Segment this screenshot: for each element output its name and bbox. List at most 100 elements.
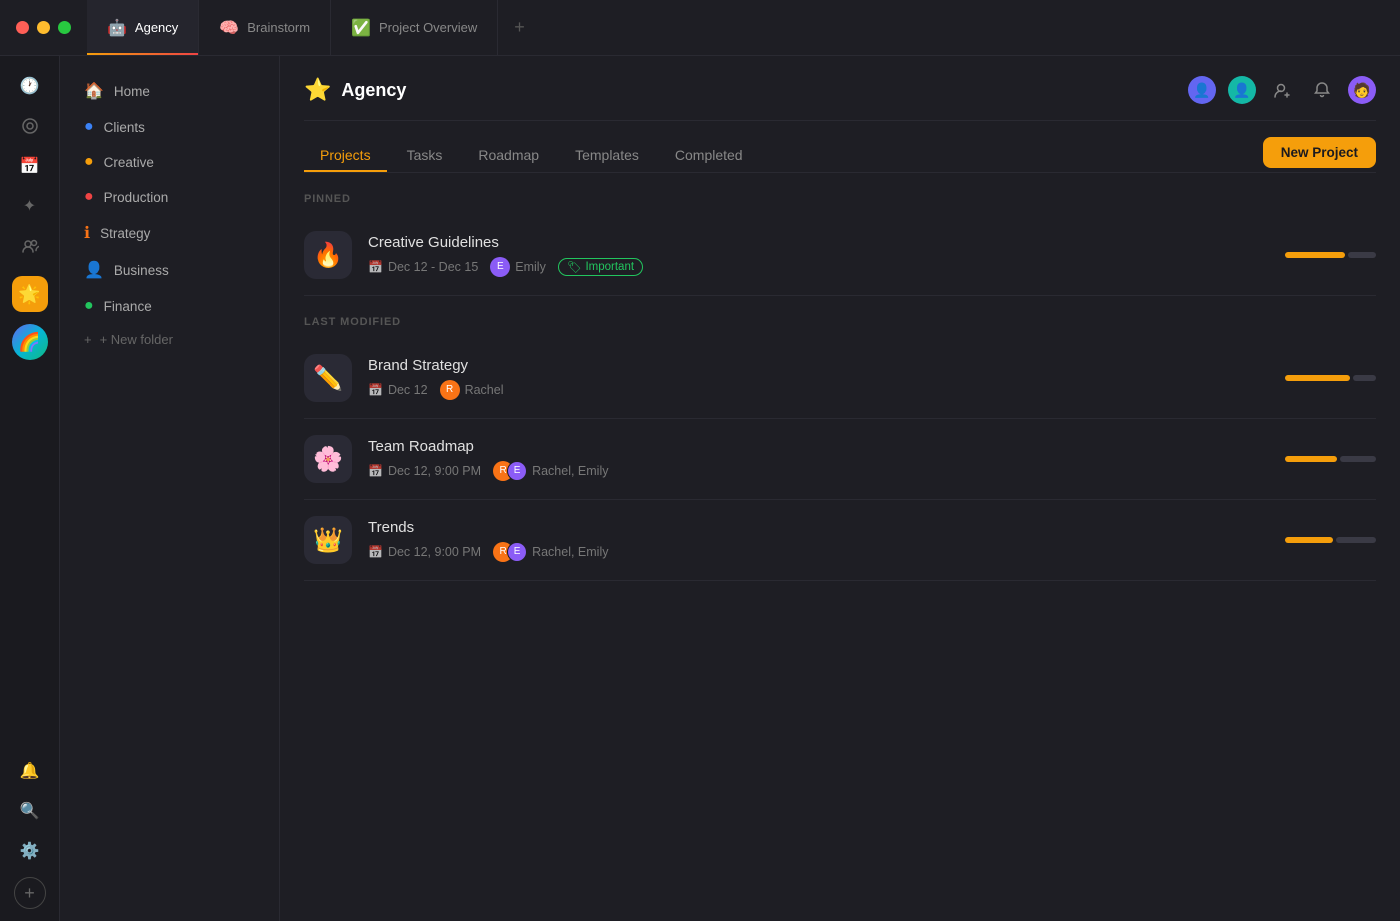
trends-icon: 👑 (304, 516, 352, 564)
brand-strategy-progress (1285, 375, 1376, 381)
brainstorm-tab-icon: 🧠 (219, 18, 239, 38)
trends-avatars: R E (493, 542, 527, 562)
pinned-section-label: PINNED (304, 193, 1376, 205)
tab-agency[interactable]: 🤖 Agency (87, 0, 199, 55)
tab-templates[interactable]: Templates (559, 139, 655, 171)
trends-progress (1285, 537, 1376, 543)
sidebar-home-label: Home (114, 84, 150, 99)
search-rail-icon[interactable]: 🔍 (12, 793, 48, 829)
brand-strategy-avatars: R (440, 380, 460, 400)
cal-icon-bs: 📅 (368, 383, 383, 397)
project-card-team-roadmap[interactable]: 🌸 Team Roadmap 📅 Dec 12, 9:00 PM R E Rac… (304, 419, 1376, 500)
production-icon: ● (84, 188, 94, 206)
minimize-button[interactable] (37, 21, 50, 34)
agency-title-icon: ⭐ (304, 77, 331, 103)
clients-icon: ● (84, 118, 94, 136)
maximize-button[interactable] (58, 21, 71, 34)
settings-rail-icon[interactable]: ⚙️ (12, 833, 48, 869)
favorites-icon[interactable]: ✦ (12, 188, 48, 224)
emily-avatar-t: E (507, 542, 527, 562)
tab-projects-label: Projects (320, 147, 371, 163)
app-rainbow-icon[interactable]: 🌈 (12, 324, 48, 360)
creative-guidelines-info: Creative Guidelines 📅 Dec 12 - Dec 15 E … (368, 234, 1269, 277)
team-roadmap-info: Team Roadmap 📅 Dec 12, 9:00 PM R E Rache… (368, 438, 1269, 481)
team-roadmap-date: 📅 Dec 12, 9:00 PM (368, 464, 481, 478)
add-workspace-button[interactable]: + (14, 877, 46, 909)
add-tab-button[interactable]: + (498, 0, 541, 55)
add-member-icon[interactable] (1268, 76, 1296, 104)
team-roadmap-icon: 🌸 (304, 435, 352, 483)
header-avatar-2[interactable]: 👤 (1228, 76, 1256, 104)
header-avatar-main[interactable]: 🧑 (1348, 76, 1376, 104)
cal-icon-tr: 📅 (368, 464, 383, 478)
brand-strategy-meta: 📅 Dec 12 R Rachel (368, 380, 1269, 400)
trends-meta: 📅 Dec 12, 9:00 PM R E Rachel, Emily (368, 542, 1269, 562)
sidebar: 🏠 Home ● Clients ● Creative ● Production… (60, 56, 280, 921)
trends-date: 📅 Dec 12, 9:00 PM (368, 545, 481, 559)
notifications-icon[interactable]: 🔔 (12, 753, 48, 789)
home-icon: 🏠 (84, 81, 104, 101)
sidebar-item-production[interactable]: ● Production (68, 180, 271, 214)
rail-bottom: 🔔 🔍 ⚙️ (12, 753, 48, 869)
creative-guidelines-meta: 📅 Dec 12 - Dec 15 E Emily 🏷 Important (368, 257, 1269, 277)
sidebar-creative-label: Creative (104, 155, 154, 170)
brand-strategy-assignees: R Rachel (440, 380, 504, 400)
tab-projects[interactable]: Projects (304, 139, 387, 171)
creative-guidelines-icon: 🔥 (304, 231, 352, 279)
sidebar-strategy-label: Strategy (100, 226, 150, 241)
agency-tab-icon: 🤖 (107, 18, 127, 38)
notifications-header-icon[interactable] (1308, 76, 1336, 104)
new-folder-button[interactable]: + + New folder (68, 324, 271, 355)
sidebar-item-business[interactable]: 👤 Business (68, 252, 271, 288)
sidebar-item-home[interactable]: 🏠 Home (68, 73, 271, 109)
main-layout: 🕐 📅 ✦ 🌟 🌈 🔔 🔍 ⚙️ (0, 56, 1400, 921)
recent-icon[interactable]: 🕐 (12, 68, 48, 104)
team-icon[interactable] (12, 228, 48, 264)
tab-completed[interactable]: Completed (659, 139, 759, 171)
calendar-icon[interactable]: 📅 (12, 148, 48, 184)
activity-icon[interactable] (12, 108, 48, 144)
sidebar-item-finance[interactable]: ● Finance (68, 289, 271, 323)
last-modified-section-label: LAST MODIFIED (304, 316, 1376, 328)
creative-guidelines-name: Creative Guidelines (368, 234, 1269, 251)
team-roadmap-name: Team Roadmap (368, 438, 1269, 455)
tab-roadmap-label: Roadmap (478, 147, 539, 163)
close-button[interactable] (16, 21, 29, 34)
main-content: ⭐ Agency 👤 👤 (280, 56, 1400, 921)
tab-tasks[interactable]: Tasks (391, 139, 459, 171)
tab-tasks-label: Tasks (407, 147, 443, 163)
tab-project-overview[interactable]: ✅ Project Overview (331, 0, 498, 55)
project-tab-icon: ✅ (351, 18, 371, 38)
team-roadmap-assignees: R E Rachel, Emily (493, 461, 608, 481)
trends-name: Trends (368, 519, 1269, 536)
brand-strategy-info: Brand Strategy 📅 Dec 12 R Rachel (368, 357, 1269, 400)
brand-strategy-icon: ✏️ (304, 354, 352, 402)
header-actions: 👤 👤 🧑 (1188, 76, 1376, 104)
content-header: ⭐ Agency 👤 👤 (304, 56, 1376, 121)
tab-bar: 🤖 Agency 🧠 Brainstorm ✅ Project Overview… (87, 0, 1400, 55)
app-yellow-icon[interactable]: 🌟 (12, 276, 48, 312)
sidebar-finance-label: Finance (104, 299, 152, 314)
sidebar-item-strategy[interactable]: ℹ Strategy (68, 215, 271, 251)
project-card-creative-guidelines[interactable]: 🔥 Creative Guidelines 📅 Dec 12 - Dec 15 … (304, 215, 1376, 296)
important-tag: 🏷 Important (558, 258, 643, 276)
project-tab-label: Project Overview (379, 20, 477, 35)
team-roadmap-progress (1285, 456, 1376, 462)
content-title: ⭐ Agency (304, 77, 406, 103)
sidebar-business-label: Business (114, 263, 169, 278)
sidebar-item-creative[interactable]: ● Creative (68, 145, 271, 179)
tag-icon: 🏷 (567, 260, 582, 274)
sidebar-clients-label: Clients (104, 120, 145, 135)
new-project-button[interactable]: New Project (1263, 137, 1376, 168)
header-avatar-1[interactable]: 👤 (1188, 76, 1216, 104)
project-card-trends[interactable]: 👑 Trends 📅 Dec 12, 9:00 PM R E Rachel, E… (304, 500, 1376, 581)
finance-icon: ● (84, 297, 94, 315)
tab-roadmap[interactable]: Roadmap (462, 139, 555, 171)
sidebar-item-clients[interactable]: ● Clients (68, 110, 271, 144)
project-card-brand-strategy[interactable]: ✏️ Brand Strategy 📅 Dec 12 R Rachel (304, 338, 1376, 419)
tab-brainstorm[interactable]: 🧠 Brainstorm (199, 0, 331, 55)
progress-bar (1285, 252, 1376, 258)
brainstorm-tab-label: Brainstorm (247, 20, 310, 35)
creative-guidelines-date: 📅 Dec 12 - Dec 15 (368, 260, 478, 274)
creative-guidelines-assignee: E Emily (490, 257, 546, 277)
